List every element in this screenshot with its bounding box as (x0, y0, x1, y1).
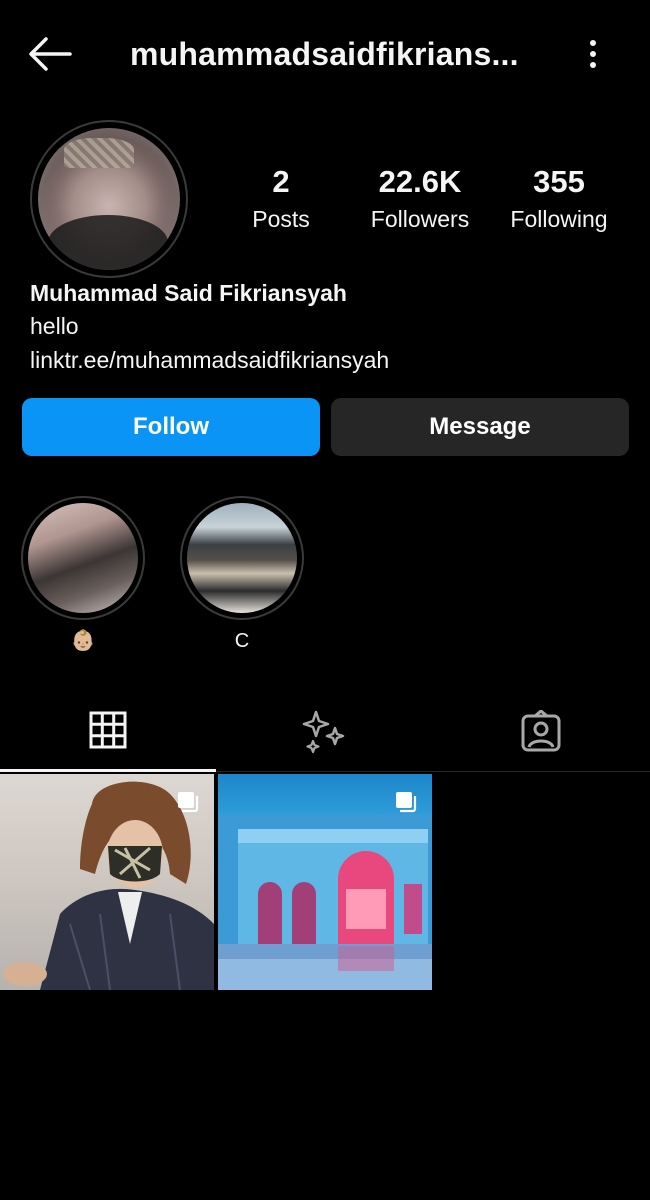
profile-bio: hello (30, 313, 79, 339)
more-options-icon[interactable] (578, 36, 608, 72)
followers-label: Followers (370, 206, 470, 232)
posts-stat[interactable]: 2 Posts (240, 164, 322, 236)
multiple-posts-icon (396, 792, 417, 813)
profile-tabs (0, 690, 650, 772)
reels-sparkle-icon (302, 710, 345, 754)
profile-avatar[interactable] (30, 120, 188, 278)
tagged-icon (521, 710, 561, 752)
profile-full-name: Muhammad Said Fikriansyah (30, 280, 347, 306)
highlight-caption: C (234, 630, 250, 652)
posts-count: 2 (272, 164, 290, 199)
posts-label: Posts (252, 206, 310, 232)
message-button[interactable]: Message (331, 398, 629, 456)
grid-icon (89, 711, 127, 748)
story-highlight[interactable]: C (180, 496, 304, 654)
profile-link[interactable]: linktr.ee/muhammadsaidfikriansyah (30, 347, 389, 374)
following-count: 355 (533, 164, 585, 199)
follow-button[interactable]: Follow (22, 398, 320, 456)
post-thumbnail[interactable] (218, 774, 432, 990)
tab-posts-grid[interactable] (0, 690, 216, 772)
following-stat[interactable]: 355 Following (502, 164, 616, 236)
tab-reels[interactable] (217, 690, 433, 772)
following-label: Following (510, 206, 608, 232)
highlight-ring (180, 496, 304, 620)
multiple-posts-icon (178, 792, 199, 813)
story-highlight[interactable]: 👶🏼 (21, 496, 145, 654)
followers-stat[interactable]: 22.6K Followers (360, 164, 480, 236)
highlight-ring (21, 496, 145, 620)
profile-stats: 2 Posts 22.6K Followers 355 Following (220, 164, 630, 244)
followers-count: 22.6K (378, 164, 462, 199)
top-bar: muhammadsaidfikrians... (0, 0, 650, 108)
post-thumbnail[interactable] (0, 774, 214, 990)
highlight-cover-image (187, 503, 297, 613)
profile-username-title: muhammadsaidfikrians... (130, 36, 519, 72)
back-arrow-icon[interactable] (26, 34, 74, 74)
highlight-cover-image (28, 503, 138, 613)
tab-tagged[interactable] (433, 690, 649, 772)
highlight-caption: 👶🏼 (70, 630, 96, 652)
avatar-image (38, 128, 180, 270)
